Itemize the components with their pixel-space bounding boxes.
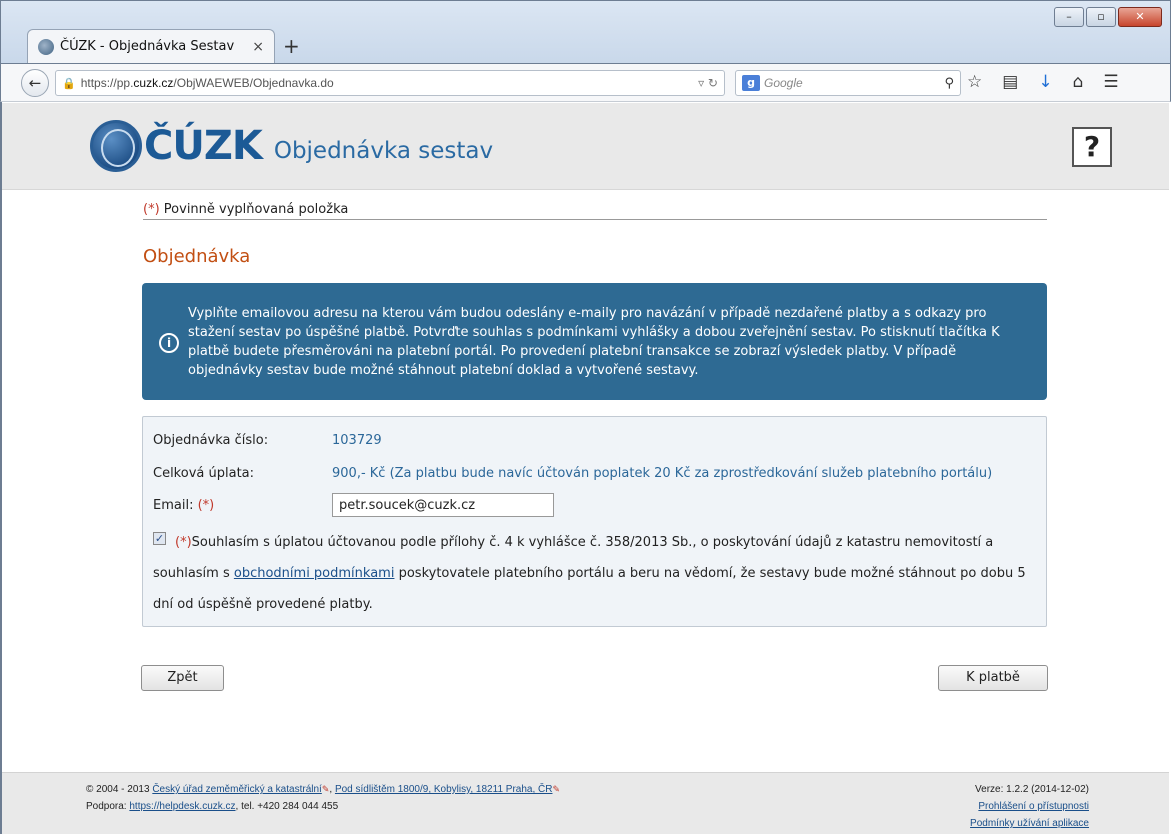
accessibility-link[interactable]: Prohlášení o přístupnosti — [978, 801, 1089, 812]
page-header: ČÚZK Objednávka sestav ? — [2, 103, 1169, 190]
cuzk-favicon-icon — [38, 38, 54, 55]
bookmark-star-icon[interactable]: ☆ — [967, 72, 982, 92]
app-title: Objednávka sestav — [273, 138, 494, 164]
minimize-button[interactable]: – — [1054, 7, 1084, 27]
logo-text: ČÚZK — [144, 123, 263, 169]
required-note-text: Povinně vyplňovaná položka — [163, 202, 349, 217]
copyright: © 2004 - 2013 — [86, 784, 150, 795]
consent-required-mark: (*) — [175, 535, 192, 550]
page-footer: © 2004 - 2013 Český úřad zeměměřický a k… — [2, 772, 1169, 834]
consent-text: (*)Souhlasím s úplatou účtovanou podle p… — [153, 535, 1026, 612]
url-text[interactable]: https://pp.cuzk.cz/ObjWAEWEB/Objednavka.… — [81, 76, 698, 90]
bookmarks-list-icon[interactable]: ▤ — [1002, 72, 1018, 92]
new-tab-button[interactable]: + — [283, 34, 300, 58]
toolbar-icons: ☆ ▤ ↓ ⌂ ☰ — [967, 72, 1119, 92]
org-link[interactable]: Český úřad zeměměřický a katastrální — [152, 784, 322, 795]
external-link-icon: ✎ — [321, 784, 330, 794]
pay-button[interactable]: K platbě — [938, 665, 1048, 691]
browser-tab[interactable]: ČÚZK - Objednávka Sestav × — [27, 29, 275, 63]
version: Verze: 1.2.2 (2014-12-02) — [975, 784, 1089, 795]
search-placeholder: Google — [764, 76, 803, 90]
menu-icon[interactable]: ☰ — [1103, 72, 1118, 92]
cuzk-logo[interactable]: ČÚZK Objednávka sestav — [90, 120, 493, 172]
address-link[interactable]: Pod sídlištěm 1800/9, Kobylisy, 18211 Pr… — [335, 784, 553, 795]
terms-of-use-link[interactable]: Podmínky užívání aplikace — [970, 818, 1089, 829]
reload-icon[interactable]: ▿ ↻ — [698, 76, 718, 90]
tab-title: ČÚZK - Objednávka Sestav — [60, 39, 235, 54]
total-label: Celková úplata: — [153, 466, 255, 481]
download-icon[interactable]: ↓ — [1038, 72, 1052, 92]
help-button[interactable]: ? — [1072, 127, 1112, 167]
required-mark: (*) — [143, 202, 160, 217]
footer-left: © 2004 - 2013 Český úřad zeměměřický a k… — [86, 784, 561, 812]
required-note: (*) Povinně vyplňovaná položka — [143, 202, 348, 217]
external-link-icon: ✎ — [552, 784, 561, 794]
search-icon[interactable]: ⚲ — [944, 76, 954, 91]
browser-titlebar: ČÚZK - Objednávka Sestav × + – ▫ ✕ — [0, 0, 1171, 64]
lock-icon: 🔒 — [62, 76, 76, 90]
support-link[interactable]: https://helpdesk.cuzk.cz — [129, 801, 235, 812]
url-bar[interactable]: 🔒 https://pp.cuzk.cz/ObjWAEWEB/Objednavk… — [55, 70, 725, 96]
email-field[interactable] — [332, 493, 554, 517]
window-controls: – ▫ ✕ — [1054, 7, 1162, 27]
tab-close-icon[interactable]: × — [252, 39, 264, 55]
back-button[interactable]: Zpět — [141, 665, 224, 691]
window-border — [0, 102, 2, 834]
terms-link[interactable]: obchodními podmínkami — [234, 566, 395, 581]
order-form: Objednávka číslo: 103729 Celková úplata:… — [142, 416, 1047, 627]
order-number-value: 103729 — [332, 433, 382, 448]
globe-logo-icon — [90, 120, 142, 172]
total-value: 900,- Kč (Za platbu bude navíc účtován p… — [332, 466, 993, 481]
footer-right: Verze: 1.2.2 (2014-12-02) Prohlášení o p… — [970, 781, 1089, 832]
info-text: Vyplňte emailovou adresu na kterou vám b… — [188, 306, 1000, 378]
browser-navbar: ← 🔒 https://pp.cuzk.cz/ObjWAEWEB/Objedna… — [0, 64, 1171, 102]
back-arrow-icon[interactable]: ← — [21, 69, 49, 97]
email-required-mark: (*) — [197, 498, 215, 513]
maximize-button[interactable]: ▫ — [1086, 7, 1116, 27]
search-engine-icon[interactable]: g — [742, 75, 760, 91]
info-box: i Vyplňte emailovou adresu na kterou vám… — [142, 283, 1047, 400]
page-title: Objednávka — [143, 246, 251, 267]
search-bar[interactable]: g Google ⚲ — [735, 70, 961, 96]
close-window-button[interactable]: ✕ — [1118, 7, 1162, 27]
info-icon: i — [159, 333, 179, 353]
support-phone: , tel. +420 284 044 455 — [235, 801, 339, 812]
home-icon[interactable]: ⌂ — [1073, 72, 1084, 92]
email-label: Email: (*) — [153, 498, 215, 513]
support-label: Podpora: — [86, 801, 127, 812]
divider — [143, 219, 1047, 220]
order-number-label: Objednávka číslo: — [153, 433, 269, 448]
